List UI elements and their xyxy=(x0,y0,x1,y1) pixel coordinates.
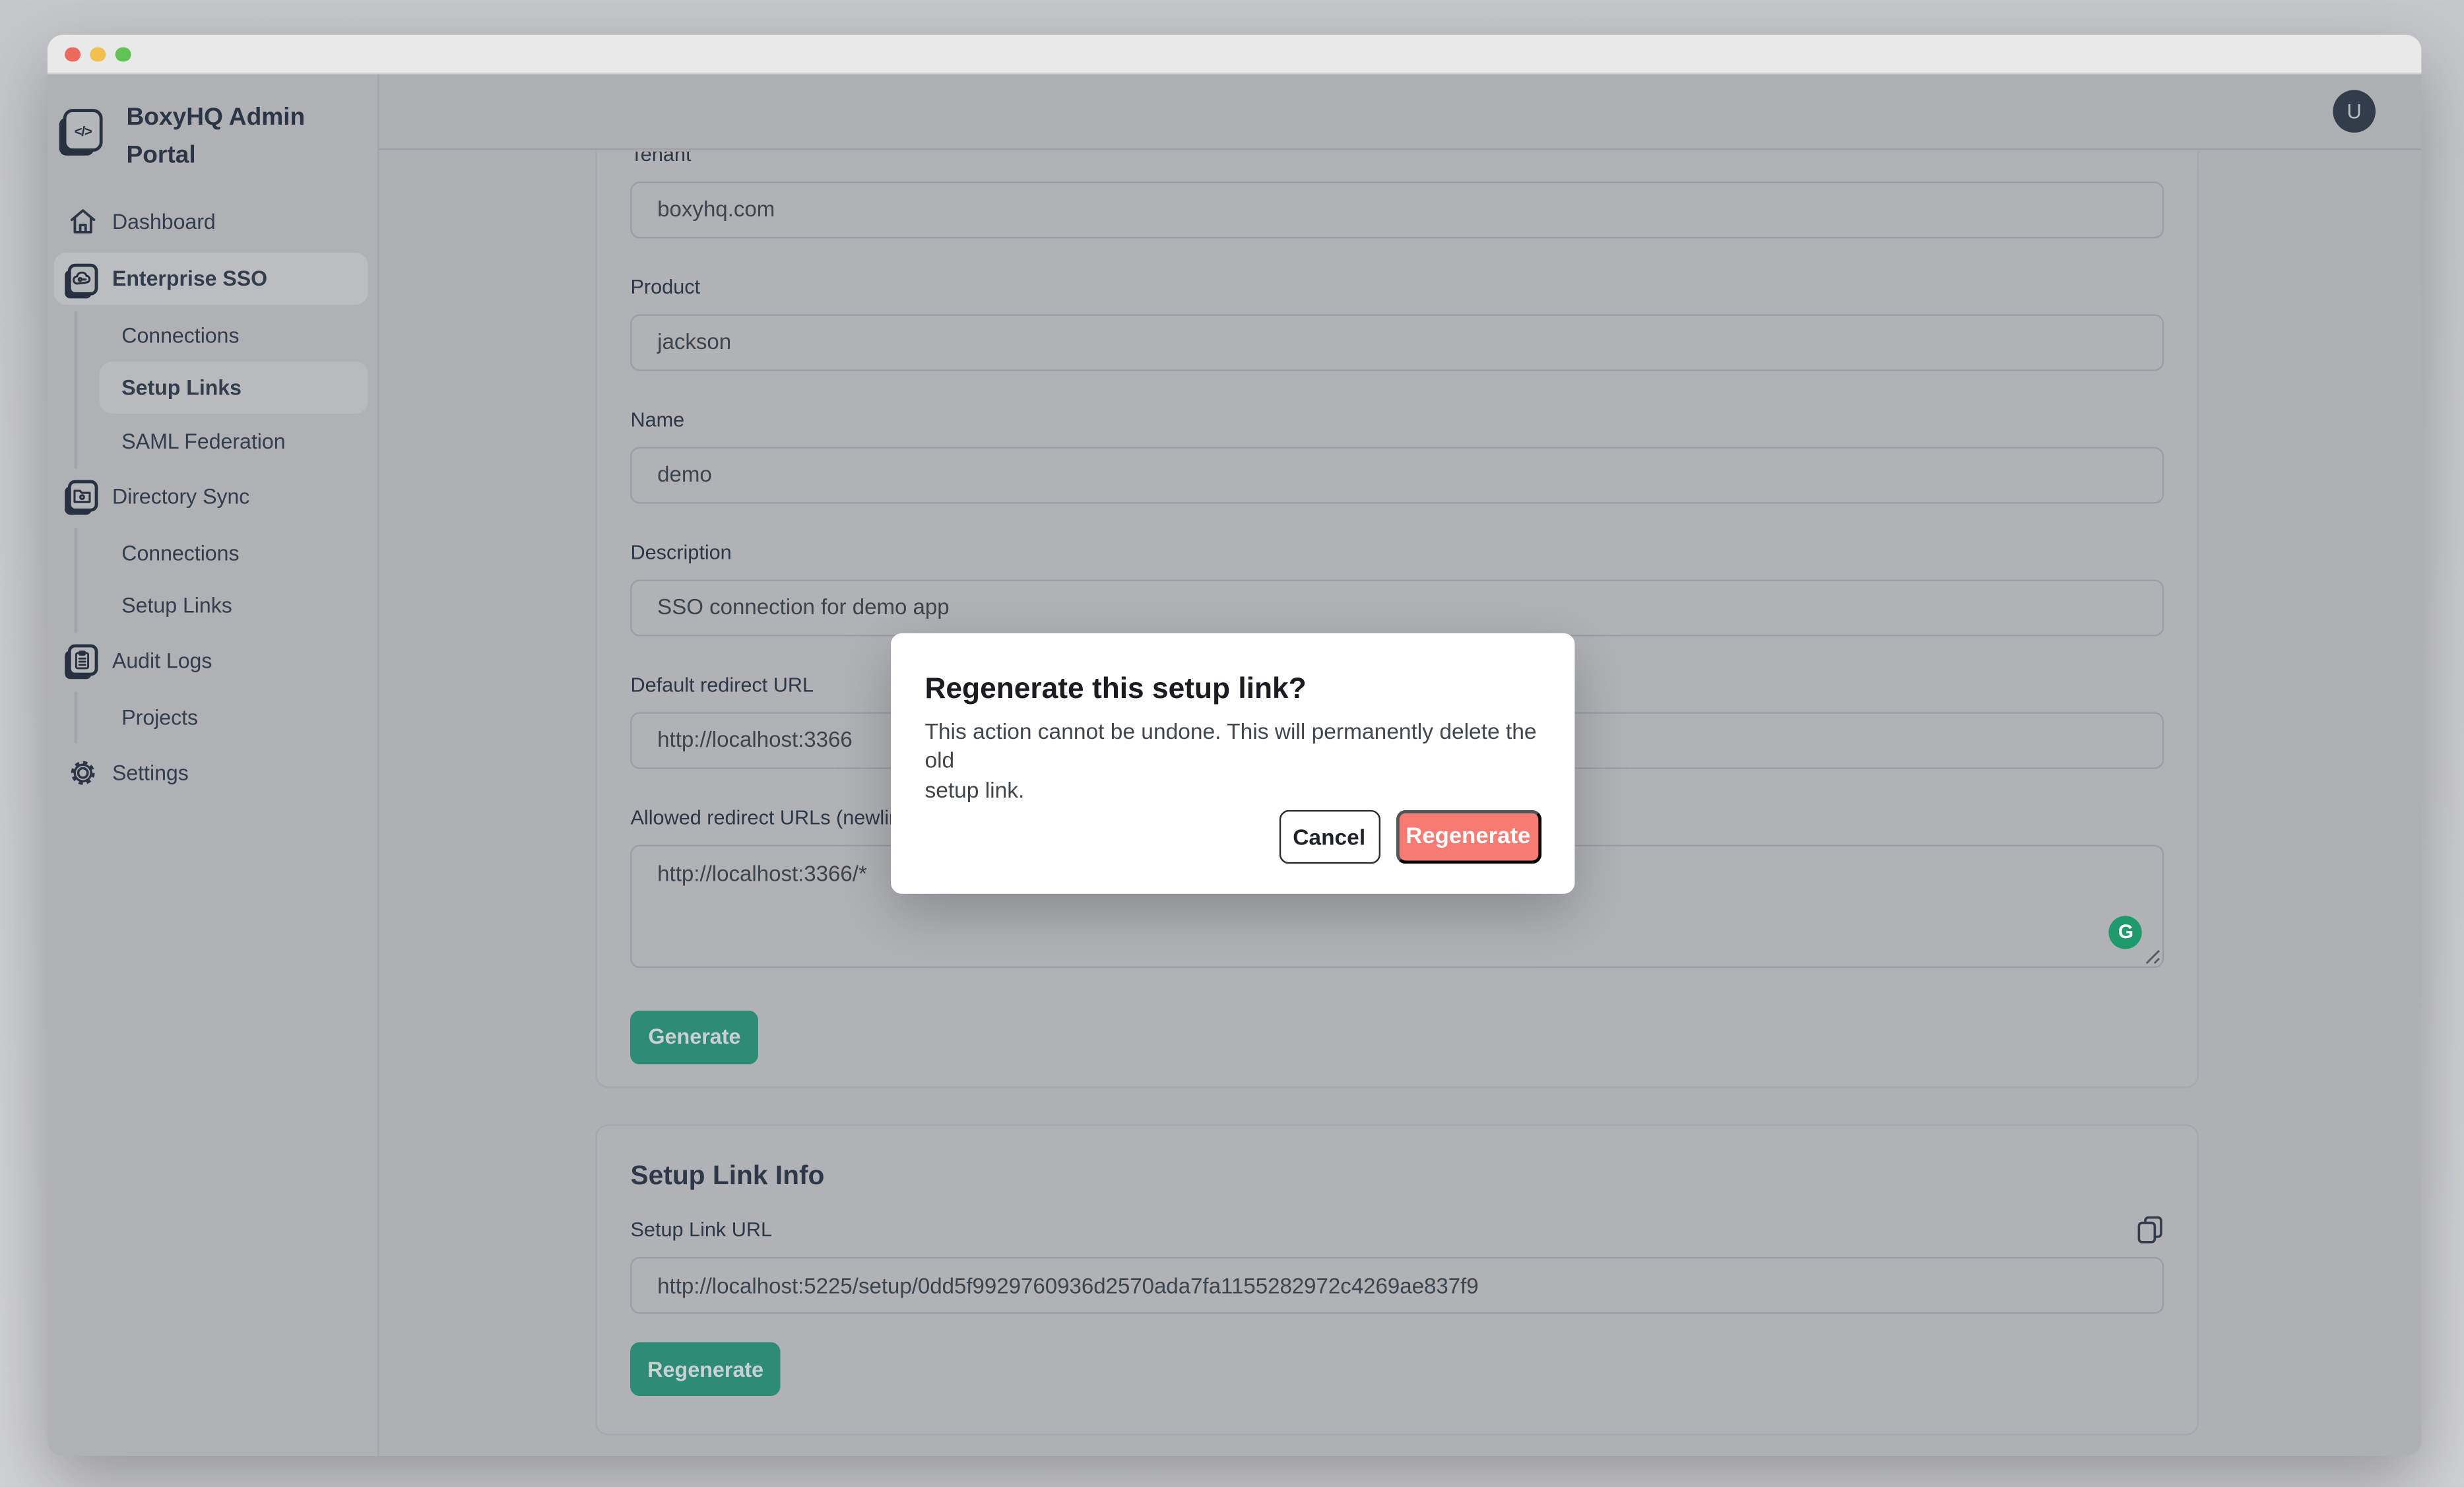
regenerate-confirm-dialog: Regenerate this setup link? This action … xyxy=(890,633,1574,893)
home-icon xyxy=(65,204,100,239)
cancel-button[interactable]: Cancel xyxy=(1279,809,1380,863)
sidebar-item-saml-federation[interactable]: SAML Federation xyxy=(53,414,367,466)
sidebar-item-settings[interactable]: Settings xyxy=(53,746,367,798)
sidebar-item-dashboard[interactable]: Dashboard xyxy=(53,195,367,247)
sidebar-item-projects[interactable]: Projects xyxy=(53,691,367,743)
setup-link-url-label: Setup Link URL xyxy=(630,1219,2164,1242)
folder-icon xyxy=(65,478,100,513)
brand: </> BoxyHQ Admin Portal xyxy=(63,100,305,174)
brand-title: BoxyHQ Admin Portal xyxy=(126,100,305,174)
generate-button[interactable]: Generate xyxy=(630,1010,758,1063)
tenant-label: Tenant xyxy=(630,151,2164,166)
sidebar-item-directory-sync[interactable]: Directory Sync xyxy=(53,470,367,522)
setup-link-form-card: Tenant boxyhq.com Product jackson Name d… xyxy=(596,151,2199,1089)
gear-icon xyxy=(65,755,100,790)
sidebar-item-sso-connections[interactable]: Connections xyxy=(53,309,367,361)
desktop: </> BoxyHQ Admin Portal Dashboard xyxy=(0,0,2464,1487)
tenant-input[interactable]: boxyhq.com xyxy=(630,181,2164,237)
sidebar-item-dsync-setup-links[interactable]: Setup Links xyxy=(53,579,367,631)
sidebar-item-sso-setup-links[interactable]: Setup Links xyxy=(100,362,368,414)
regenerate-button[interactable]: Regenerate xyxy=(630,1343,780,1396)
dialog-title: Regenerate this setup link? xyxy=(924,670,1539,705)
description-input[interactable]: SSO connection for demo app xyxy=(630,579,2164,635)
setup-link-url-input[interactable]: http://localhost:5225/setup/0dd5f9929760… xyxy=(630,1257,2164,1313)
setup-link-info-card: Setup Link Info Setup Link URL http://lo… xyxy=(596,1124,2199,1436)
description-label: Description xyxy=(630,541,2164,563)
sidebar-item-enterprise-sso[interactable]: Enterprise SSO xyxy=(53,253,367,305)
dialog-actions: Cancel Regenerate xyxy=(1279,809,1541,863)
sso-cloud-icon xyxy=(65,261,100,296)
zoom-window-icon[interactable] xyxy=(115,47,131,62)
grammarly-icon[interactable]: G xyxy=(2109,915,2142,948)
app-window: </> BoxyHQ Admin Portal Dashboard xyxy=(48,35,2422,1456)
sidebar-item-dsync-connections[interactable]: Connections xyxy=(53,526,367,579)
name-input[interactable]: demo xyxy=(630,446,2164,503)
confirm-regenerate-button[interactable]: Regenerate xyxy=(1396,809,1541,863)
dialog-body: This action cannot be undone. This will … xyxy=(924,716,1539,804)
product-label: Product xyxy=(630,276,2164,298)
top-bar: U xyxy=(378,74,2421,149)
clipboard-icon xyxy=(65,643,100,678)
name-label: Name xyxy=(630,408,2164,431)
boxyhq-logo-icon: </> xyxy=(63,109,103,152)
window-titlebar xyxy=(48,35,2422,75)
textarea-resize-handle[interactable] xyxy=(2144,947,2161,964)
copy-icon[interactable] xyxy=(2137,1216,2164,1244)
product-input[interactable]: jackson xyxy=(630,313,2164,370)
close-window-icon[interactable] xyxy=(65,47,80,62)
allowed-redirect-urls-value: http://localhost:3366/* xyxy=(657,862,867,885)
sidebar: </> BoxyHQ Admin Portal Dashboard xyxy=(48,74,378,1455)
user-avatar[interactable]: U xyxy=(2333,89,2376,132)
sidebar-item-audit-logs[interactable]: Audit Logs xyxy=(53,634,367,686)
minimize-window-icon[interactable] xyxy=(90,47,105,62)
setup-link-info-title: Setup Link Info xyxy=(630,1160,2164,1192)
